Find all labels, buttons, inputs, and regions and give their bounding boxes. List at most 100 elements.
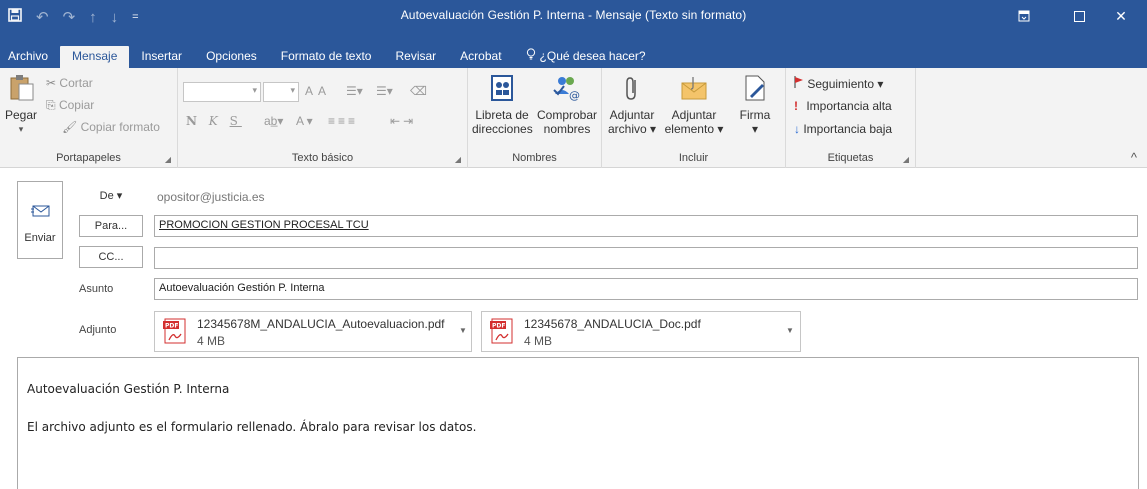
- send-label: Enviar: [24, 232, 56, 244]
- send-button[interactable]: Enviar: [17, 181, 63, 259]
- maximize-icon[interactable]: [1064, 4, 1094, 28]
- attachment-item[interactable]: PDF 12345678M_ANDALUCIA_Autoevaluacion.p…: [154, 311, 472, 352]
- attach-file-label-1: Adjuntar: [609, 108, 655, 122]
- address-book-label-2: direcciones: [472, 122, 533, 136]
- signature-icon: [732, 74, 778, 105]
- decrease-indent-icon[interactable]: ⇤: [390, 114, 403, 128]
- ribbon-display-options-icon[interactable]: [1009, 4, 1039, 28]
- collapse-ribbon-icon[interactable]: ^: [1131, 150, 1137, 165]
- clear-formatting-button[interactable]: ⌫: [410, 84, 427, 98]
- font-color-button[interactable]: A ▾: [296, 114, 313, 128]
- high-importance-button[interactable]: ! Importancia alta: [794, 99, 892, 113]
- tab-acrobat[interactable]: Acrobat: [448, 46, 513, 68]
- numbering-icon: ☰▾: [376, 84, 393, 98]
- cc-field[interactable]: [154, 247, 1138, 269]
- align-right-icon[interactable]: ≡: [348, 114, 358, 128]
- copy-icon: ⎘: [46, 98, 56, 112]
- cc-button[interactable]: CC...: [79, 246, 143, 268]
- copy-button[interactable]: ⎘ Copiar: [46, 98, 94, 113]
- highlighter-icon: ab̲▾: [264, 114, 284, 128]
- attach-item-label-1: Adjuntar: [671, 108, 717, 122]
- tab-formato-de-texto[interactable]: Formato de texto: [269, 46, 384, 68]
- bold-button[interactable]: N: [186, 114, 201, 128]
- increase-indent-icon[interactable]: ⇥: [403, 114, 416, 128]
- to-button[interactable]: Para...: [79, 215, 143, 237]
- svg-text:PDF: PDF: [492, 323, 505, 330]
- group-label-incluir: Incluir: [678, 152, 709, 164]
- paste-button[interactable]: Pegar ▾: [4, 74, 38, 136]
- to-field[interactable]: PROMOCION GESTION PROCESAL TCU: [154, 215, 1138, 237]
- underline-button[interactable]: S: [230, 114, 242, 128]
- group-label-texto-basico: Texto básico: [291, 152, 354, 164]
- close-icon[interactable]: ✕: [1106, 4, 1136, 28]
- grow-font-icon[interactable]: A: [305, 84, 318, 98]
- pdf-icon: PDF: [163, 318, 187, 347]
- cut-button[interactable]: ✂ Cortar: [46, 76, 93, 90]
- check-names-button[interactable]: @ Comprobar nombres: [536, 74, 598, 136]
- lightbulb-icon: [526, 46, 536, 66]
- format-painter-button[interactable]: 🖌 Copiar formato: [62, 120, 160, 134]
- subject-field[interactable]: Autoevaluación Gestión P. Interna: [154, 278, 1138, 300]
- font-color-icon: A ▾: [296, 114, 313, 128]
- eraser-icon: ⌫: [410, 84, 427, 98]
- font-size-grow-shrink[interactable]: AA: [305, 84, 331, 98]
- tab-archivo[interactable]: Archivo: [0, 46, 60, 68]
- font-size-dropdown[interactable]: ▾: [263, 82, 299, 102]
- address-book-button[interactable]: Libreta de direcciones: [472, 74, 533, 136]
- from-button[interactable]: De ▾: [79, 185, 143, 207]
- attachment-label: Adjunto: [79, 324, 117, 336]
- attachment-name: 12345678M_ANDALUCIA_Autoevaluacion.pdf: [197, 317, 445, 331]
- tab-revisar[interactable]: Revisar: [383, 46, 448, 68]
- tab-opciones[interactable]: Opciones: [194, 46, 269, 68]
- check-names-label-2: nombres: [543, 122, 591, 136]
- paste-dropdown-icon[interactable]: ▾: [4, 122, 38, 136]
- message-body[interactable]: Autoevaluación Gestión P. Interna El arc…: [17, 357, 1139, 489]
- attach-file-label-2: archivo ▾: [607, 122, 657, 136]
- font-name-dropdown[interactable]: ▾: [183, 82, 261, 102]
- address-book-icon: [472, 74, 532, 105]
- align-center-icon[interactable]: ≡: [338, 114, 348, 128]
- to-recipient[interactable]: PROMOCION GESTION PROCESAL TCU: [159, 219, 369, 231]
- group-etiquetas: Seguimiento ▾ ! Importancia alta ↓ Impor…: [786, 68, 916, 168]
- ribbon-tabs: Archivo Mensaje Insertar Opciones Format…: [0, 46, 1147, 68]
- numbering-button[interactable]: ☰▾: [376, 84, 393, 98]
- highlight-button[interactable]: ab̲▾: [264, 114, 283, 128]
- bullets-button[interactable]: ☰▾: [346, 84, 363, 98]
- group-texto-basico: ▾ ▾ AA ☰▾ ☰▾ ⌫ N K S ab̲▾ A ▾ ≡≡≡ ⇤⇥ Tex…: [178, 68, 468, 168]
- char-format-buttons: N K S: [186, 114, 242, 128]
- low-importance-label: Importancia baja: [803, 122, 893, 136]
- signature-button[interactable]: Firma ▾: [732, 74, 778, 136]
- title-bar: ↶ ↷ ↑ ↓ = Autoevaluación Gestión P. Inte…: [0, 0, 1147, 46]
- tab-mensaje[interactable]: Mensaje: [60, 46, 130, 68]
- scissors-icon: ✂: [46, 76, 57, 90]
- send-icon: [31, 204, 51, 221]
- address-book-label-1: Libreta de: [475, 108, 529, 122]
- subject-label: Asunto: [79, 283, 114, 295]
- copy-label: Copiar: [58, 98, 95, 112]
- align-left-icon[interactable]: ≡: [328, 114, 338, 128]
- attach-file-button[interactable]: Adjuntar archivo ▾: [606, 74, 658, 136]
- low-importance-button[interactable]: ↓ Importancia baja: [794, 122, 892, 136]
- italic-button[interactable]: K: [209, 114, 222, 128]
- dialog-launcher-icon[interactable]: ◢: [455, 155, 461, 164]
- follow-up-button[interactable]: Seguimiento ▾: [794, 76, 883, 91]
- high-importance-label: Importancia alta: [806, 99, 892, 113]
- ribbon: Pegar ▾ ✂ Cortar ⎘ Copiar 🖌 Copiar forma…: [0, 68, 1147, 168]
- chevron-down-icon[interactable]: ▼: [459, 326, 467, 335]
- tell-me-search[interactable]: ¿Qué desea hacer?: [514, 46, 658, 68]
- dialog-launcher-icon[interactable]: ◢: [165, 155, 171, 164]
- group-incluir: Adjuntar archivo ▾ Adjuntar elemento ▾ F…: [602, 68, 786, 168]
- cut-label: Cortar: [59, 76, 93, 90]
- dialog-launcher-icon[interactable]: ◢: [903, 155, 909, 164]
- signature-label-2: ▾: [751, 122, 759, 136]
- attachment-item[interactable]: PDF 12345678_ANDALUCIA_Doc.pdf 4 MB ▼: [481, 311, 801, 352]
- pdf-icon: PDF: [490, 318, 514, 347]
- tab-insertar[interactable]: Insertar: [129, 46, 194, 68]
- shrink-font-icon[interactable]: A: [318, 84, 331, 98]
- check-names-icon: @: [536, 74, 598, 105]
- check-names-label-1: Comprobar: [536, 108, 598, 122]
- paperclip-icon: [606, 74, 658, 105]
- attach-item-button[interactable]: Adjuntar elemento ▾: [662, 74, 726, 136]
- chevron-down-icon[interactable]: ▼: [786, 326, 794, 335]
- red-flag-icon: [794, 76, 807, 91]
